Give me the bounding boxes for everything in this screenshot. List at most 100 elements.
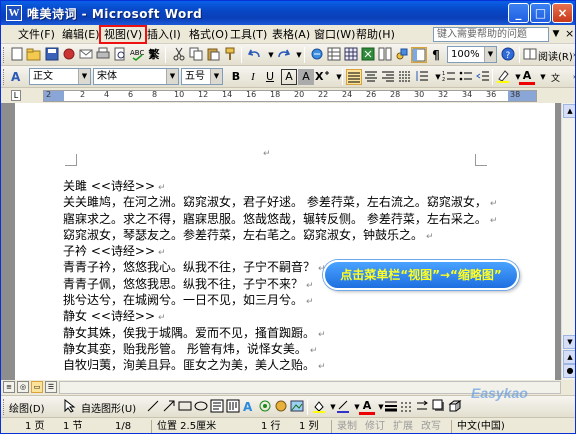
- document-area[interactable]: ↵ 关雎 <<诗经>> ↵ 关关雎鸠，在河之洲。窈窕淑女，君子好逑。 参差荇菜，左…: [1, 103, 561, 389]
- toolbar-grip[interactable]: [3, 69, 6, 85]
- vertical-textbox-icon[interactable]: [226, 399, 240, 413]
- help-icon[interactable]: ?: [501, 47, 515, 61]
- 3d-style-icon[interactable]: [448, 399, 462, 413]
- copy-icon[interactable]: [189, 47, 203, 61]
- select-objects-icon[interactable]: [62, 398, 76, 413]
- italic-button[interactable]: I: [245, 69, 261, 85]
- text-line[interactable]: 子衿 <<诗经>> ↵: [63, 243, 493, 259]
- spelling-check-icon[interactable]: ABC: [130, 47, 144, 61]
- font-size-dropdown-icon[interactable]: ▼: [210, 69, 222, 84]
- arrow-tool-icon[interactable]: [162, 399, 176, 413]
- text-line[interactable]: 窈窕淑女，琴瑟友之。参差荇菜，左右芼之。窈窕淑女，钟鼓乐之。 ↵: [63, 227, 493, 243]
- textbox-tool-icon[interactable]: [210, 399, 224, 413]
- toolbar-grip[interactable]: [3, 47, 6, 63]
- close-button[interactable]: ×: [552, 3, 573, 23]
- document-close-button[interactable]: ×: [565, 27, 574, 40]
- status-record[interactable]: 录制: [337, 420, 357, 433]
- text-line[interactable]: 挑兮达兮，在城阙兮。一日不见，如三月兮。 ↵: [63, 292, 493, 308]
- fill-color-icon[interactable]: [312, 399, 326, 413]
- highlight-icon[interactable]: [496, 69, 510, 83]
- diagram-icon[interactable]: [258, 399, 272, 413]
- oval-tool-icon[interactable]: [194, 399, 208, 413]
- zoom-dropdown-icon[interactable]: ▼: [484, 47, 496, 62]
- horizontal-ruler[interactable]: 2 2 4 6 8 10 12 14 16 18 20 22 24 26 28 …: [43, 90, 537, 102]
- show-hide-marks-icon[interactable]: ¶: [428, 47, 444, 63]
- phonetic-guide-icon[interactable]: 文: [550, 69, 564, 84]
- status-extend[interactable]: 扩展: [393, 420, 413, 433]
- print-icon[interactable]: [96, 47, 110, 61]
- status-overtype[interactable]: 改写: [421, 420, 441, 433]
- align-center-icon[interactable]: [364, 69, 378, 83]
- tab-selector-icon[interactable]: L: [11, 90, 21, 101]
- redo-icon[interactable]: [276, 47, 291, 61]
- toolbar-grip[interactable]: [3, 399, 6, 415]
- read-mode-icon[interactable]: [523, 47, 537, 61]
- align-right-icon[interactable]: [381, 69, 395, 83]
- document-page[interactable]: ↵ 关雎 <<诗经>> ↵ 关关雎鸠，在河之洲。窈窕淑女，君子好逑。 参差荇菜，左…: [15, 103, 555, 389]
- undo-icon[interactable]: [247, 47, 262, 61]
- permission-icon[interactable]: [62, 47, 76, 61]
- minimize-button[interactable]: _: [508, 3, 529, 23]
- distributed-align-icon[interactable]: [398, 69, 412, 83]
- style-select[interactable]: 正文 ▼: [29, 68, 91, 85]
- text-line[interactable]: 关雎 <<诗经>> ↵: [63, 178, 493, 194]
- vertical-scrollbar[interactable]: ▲ ▼ ▲ ●: [561, 103, 575, 380]
- paste-icon[interactable]: [206, 47, 220, 61]
- new-document-icon[interactable]: [10, 47, 24, 61]
- line-style-icon[interactable]: [384, 399, 398, 413]
- menu-view[interactable]: 视图(V): [98, 25, 148, 44]
- bullets-icon[interactable]: [459, 69, 473, 83]
- menu-edit[interactable]: 编辑(E): [59, 27, 103, 42]
- columns-icon[interactable]: [378, 47, 392, 61]
- menu-insert[interactable]: 插入(I): [144, 27, 184, 42]
- format-painter-icon[interactable]: [223, 47, 237, 61]
- line-color-icon[interactable]: [336, 399, 350, 413]
- drawing-icon[interactable]: [395, 47, 409, 61]
- underline-button[interactable]: U: [262, 69, 278, 85]
- rectangle-tool-icon[interactable]: [178, 399, 192, 413]
- title-bar[interactable]: W 唯美诗词 - Microsoft Word _ □ ×: [1, 1, 575, 25]
- char-shading-button[interactable]: A: [298, 69, 314, 85]
- line-spacing-icon[interactable]: [415, 69, 429, 83]
- text-line[interactable]: 关关雎鸠，在河之洲。窈窕淑女，君子好逑。 参差荇菜，左右流之。窈窕淑女， ↵: [63, 194, 497, 210]
- char-scale-dropdown-icon[interactable]: ▼: [331, 69, 347, 85]
- menu-help[interactable]: 帮助(H): [353, 27, 398, 42]
- menu-window[interactable]: 窗口(W): [311, 27, 358, 42]
- align-justify-icon[interactable]: [347, 70, 361, 84]
- help-search-input[interactable]: 键入需要帮助的问题: [433, 27, 549, 42]
- arrow-style-icon[interactable]: [416, 399, 430, 413]
- word-app-icon[interactable]: W: [6, 5, 22, 21]
- char-scale-icon[interactable]: X: [315, 69, 331, 83]
- font-size-select[interactable]: 五号 ▼: [181, 68, 223, 85]
- print-layout-view-icon[interactable]: ▭: [31, 381, 43, 393]
- font-color-button[interactable]: A: [519, 69, 535, 85]
- browse-object-icon[interactable]: ●: [563, 364, 575, 378]
- dash-style-icon[interactable]: [400, 399, 414, 413]
- text-line[interactable]: 静女 <<诗经>> ↵: [63, 308, 493, 324]
- email-icon[interactable]: [79, 47, 93, 61]
- font-select[interactable]: 宋体 ▼: [93, 68, 179, 85]
- status-track-changes[interactable]: 修订: [365, 420, 385, 433]
- cut-icon[interactable]: [172, 47, 186, 61]
- shadow-style-icon[interactable]: [432, 399, 446, 413]
- maximize-button[interactable]: □: [530, 3, 551, 23]
- hyperlink-icon[interactable]: [310, 47, 324, 61]
- save-icon[interactable]: [45, 47, 59, 61]
- text-line[interactable]: 寤寐求之。求之不得，寤寐思服。悠哉悠哉，辗转反侧。 参差荇菜，左右采之。 ↵: [63, 211, 497, 227]
- wordart-icon[interactable]: A: [242, 399, 256, 414]
- menu-format[interactable]: 格式(O): [186, 27, 231, 42]
- numbering-icon[interactable]: 12: [442, 69, 456, 83]
- line-tool-icon[interactable]: [146, 399, 160, 413]
- insert-picture-icon[interactable]: [290, 399, 304, 413]
- normal-view-icon[interactable]: ≡: [3, 381, 15, 393]
- style-dropdown-icon[interactable]: ▼: [78, 69, 90, 84]
- scroll-down-icon[interactable]: ▼: [563, 335, 575, 349]
- autoshapes-button[interactable]: 自选图形(U): [81, 400, 136, 415]
- insert-table-icon[interactable]: [344, 47, 358, 61]
- zoom-select[interactable]: 100% ▼: [447, 46, 497, 63]
- tables-borders-icon[interactable]: [327, 47, 341, 61]
- traditional-chinese-button[interactable]: 繁: [146, 47, 162, 63]
- web-view-icon[interactable]: ◎: [17, 381, 29, 393]
- decrease-indent-icon[interactable]: [476, 69, 490, 83]
- bold-button[interactable]: B: [228, 69, 244, 85]
